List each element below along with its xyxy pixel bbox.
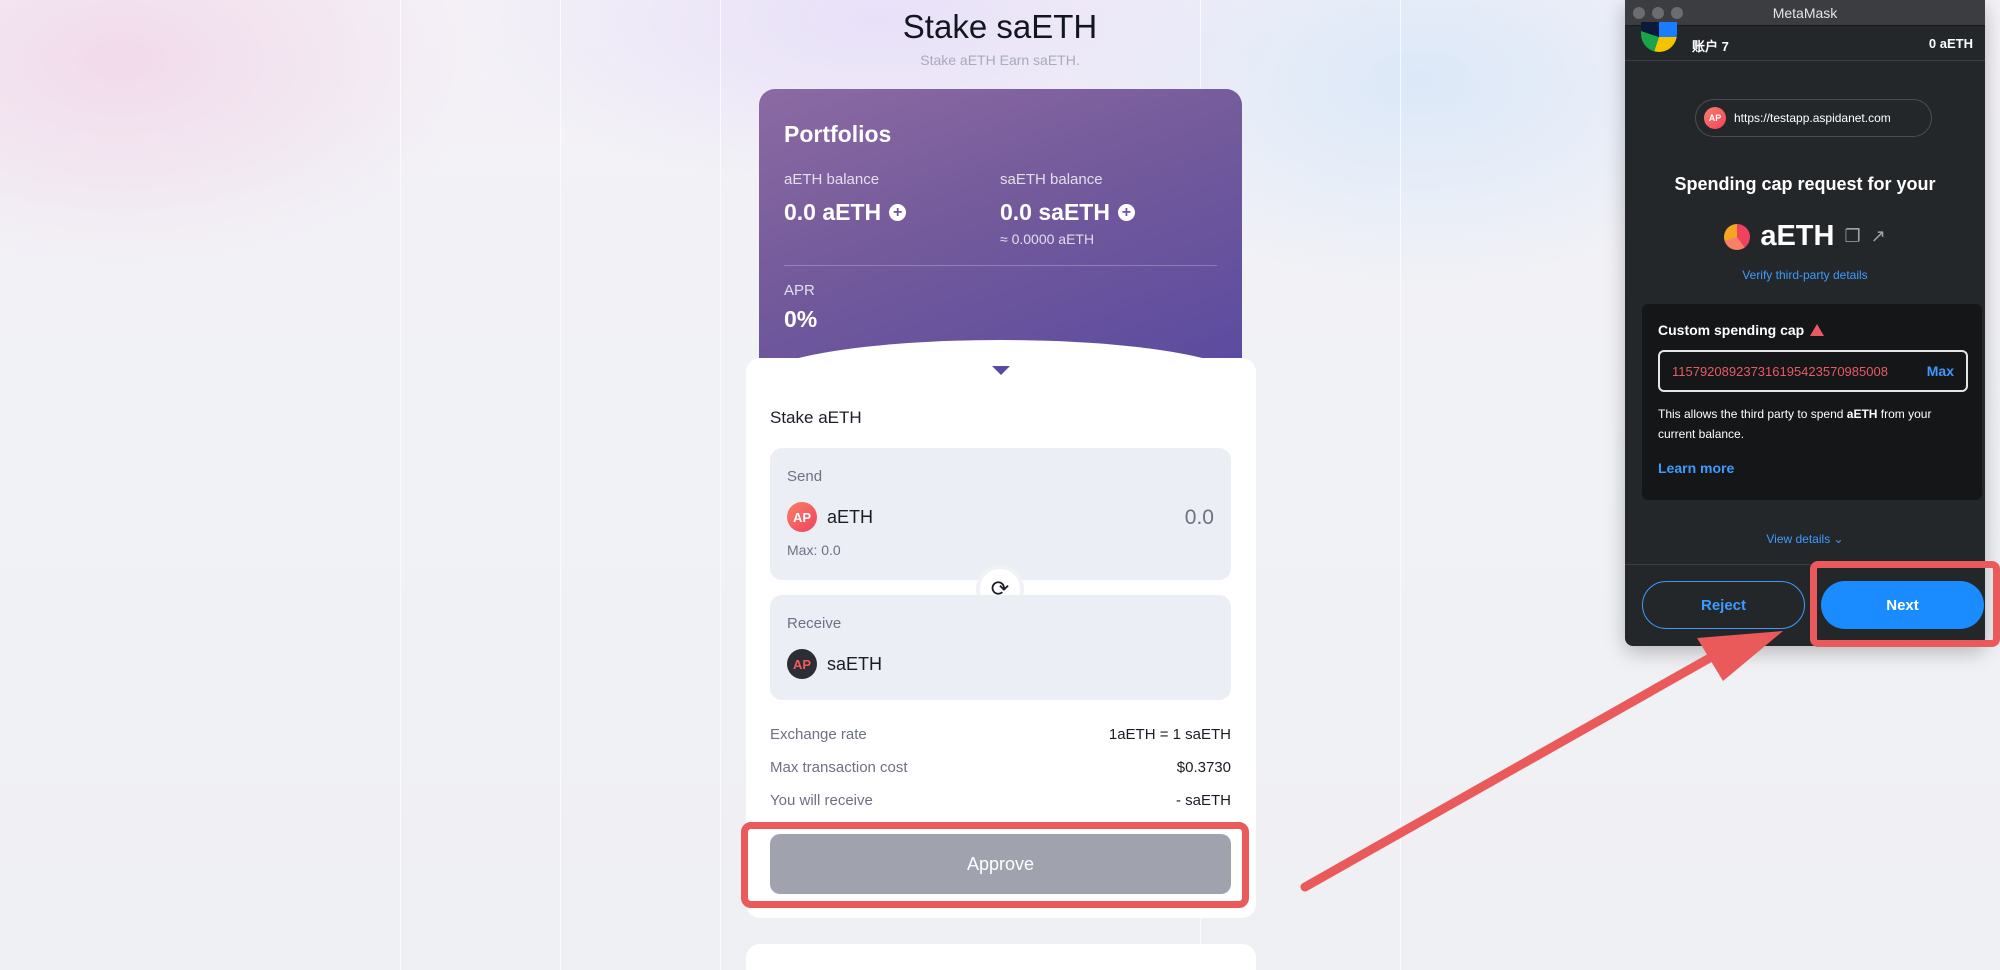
- apr-label: APR: [784, 282, 815, 299]
- account-avatar[interactable]: [1641, 22, 1677, 52]
- apr-value: 0%: [784, 306, 818, 332]
- desc-prefix: This allows the third party to spend: [1658, 407, 1847, 421]
- spending-cap-input[interactable]: 115792089237316195423570985008 Max: [1658, 350, 1968, 392]
- aeth-token-icon: [1724, 223, 1751, 250]
- view-details-link[interactable]: View details ⌄: [1625, 532, 1985, 546]
- aeth-token-icon: AP: [787, 502, 817, 532]
- receive-box: Receive AP saETH: [770, 595, 1231, 700]
- portfolio-divider: [784, 265, 1217, 266]
- max-button[interactable]: Max: [1927, 363, 1954, 379]
- send-max-text: Max: 0.0: [787, 542, 841, 558]
- background-line: [400, 0, 401, 970]
- spending-cap-value[interactable]: 115792089237316195423570985008: [1672, 364, 1919, 379]
- aeth-balance-value: 0.0 aETH +: [784, 199, 907, 226]
- site-url: https://testapp.aspidanet.com: [1734, 111, 1891, 125]
- spending-cap-panel: Custom spending cap 11579208923731619542…: [1642, 304, 1982, 500]
- metamask-window-title: MetaMask: [1772, 5, 1838, 21]
- portfolio-title: Portfolios: [784, 121, 892, 147]
- max-cost-value: $0.3730: [1176, 759, 1231, 776]
- learn-more-link[interactable]: Learn more: [1658, 460, 1734, 476]
- card-pointer: [992, 366, 1010, 375]
- send-label: Send: [787, 468, 823, 485]
- receive-token-name: saETH: [827, 653, 883, 674]
- verify-third-party-link[interactable]: Verify third-party details: [1625, 268, 1985, 282]
- metamask-window: MetaMask 账户 7 0 aETH AP https://testapp.…: [1625, 0, 1985, 646]
- receive-label: Receive: [787, 615, 842, 632]
- copy-address-icon[interactable]: ❐: [1844, 226, 1860, 247]
- chevron-down-icon: ⌄: [1833, 532, 1844, 546]
- you-receive-label: You will receive: [770, 792, 873, 809]
- spending-cap-description: This allows the third party to spend aET…: [1658, 404, 1968, 444]
- background-line: [720, 0, 721, 970]
- portfolio-card: Portfolios aETH balance 0.0 aETH + saETH…: [759, 89, 1242, 374]
- saeth-balance-label: saETH balance: [1000, 171, 1103, 188]
- custom-spending-cap-label: Custom spending cap: [1658, 322, 1825, 338]
- aeth-balance-label: aETH balance: [784, 171, 880, 188]
- token-name: aETH: [1760, 220, 1835, 252]
- saeth-equivalent: ≈ 0.0000 aETH: [1000, 231, 1095, 247]
- next-highlight-box: [1810, 561, 2000, 647]
- send-token-name: aETH: [827, 506, 874, 527]
- saeth-balance-value: 0.0 saETH +: [1000, 199, 1135, 226]
- token-row: aETH ❐ ↗: [1625, 220, 1985, 253]
- saeth-token-icon: AP: [787, 649, 817, 679]
- background-line: [1400, 0, 1401, 970]
- secondary-card: [746, 944, 1256, 970]
- warning-icon: [1810, 324, 1825, 336]
- approve-highlight-box: [741, 822, 1249, 908]
- spending-cap-heading: Spending cap request for your: [1674, 174, 1936, 194]
- send-amount-input[interactable]: 0.0: [1185, 506, 1214, 530]
- send-box: Send AP aETH 0.0 Max: 0.0: [770, 448, 1231, 580]
- site-favicon-icon: AP: [1704, 107, 1726, 129]
- send-token-selector[interactable]: AP aETH: [787, 502, 873, 532]
- cap-label-text: Custom spending cap: [1658, 322, 1805, 338]
- aeth-balance-amount: 0.0 aETH: [784, 199, 882, 225]
- you-receive-value: - saETH: [1175, 792, 1231, 809]
- max-cost-label: Max transaction cost: [770, 759, 908, 776]
- view-details-text: View details: [1766, 532, 1831, 546]
- saeth-balance-amount: 0.0 saETH: [1000, 199, 1110, 225]
- add-saeth-icon[interactable]: +: [1117, 204, 1135, 221]
- metamask-titlebar: MetaMask: [1625, 0, 1985, 26]
- exchange-rate-value: 1aETH = 1 saETH: [1108, 726, 1231, 743]
- desc-token: aETH: [1846, 407, 1878, 421]
- add-aeth-icon[interactable]: +: [889, 204, 907, 221]
- background-line: [560, 0, 561, 970]
- account-balance: 0 aETH: [1928, 36, 1973, 51]
- site-origin-pill: AP https://testapp.aspidanet.com: [1695, 99, 1932, 137]
- account-name: 账户 7: [1692, 39, 1729, 54]
- exchange-rate-label: Exchange rate: [770, 726, 867, 743]
- receive-token: AP saETH: [787, 649, 882, 679]
- header-divider: [1625, 60, 1985, 61]
- external-link-icon[interactable]: ↗: [1871, 226, 1886, 247]
- stake-title: Stake aETH: [770, 408, 862, 427]
- reject-button[interactable]: Reject: [1642, 581, 1805, 629]
